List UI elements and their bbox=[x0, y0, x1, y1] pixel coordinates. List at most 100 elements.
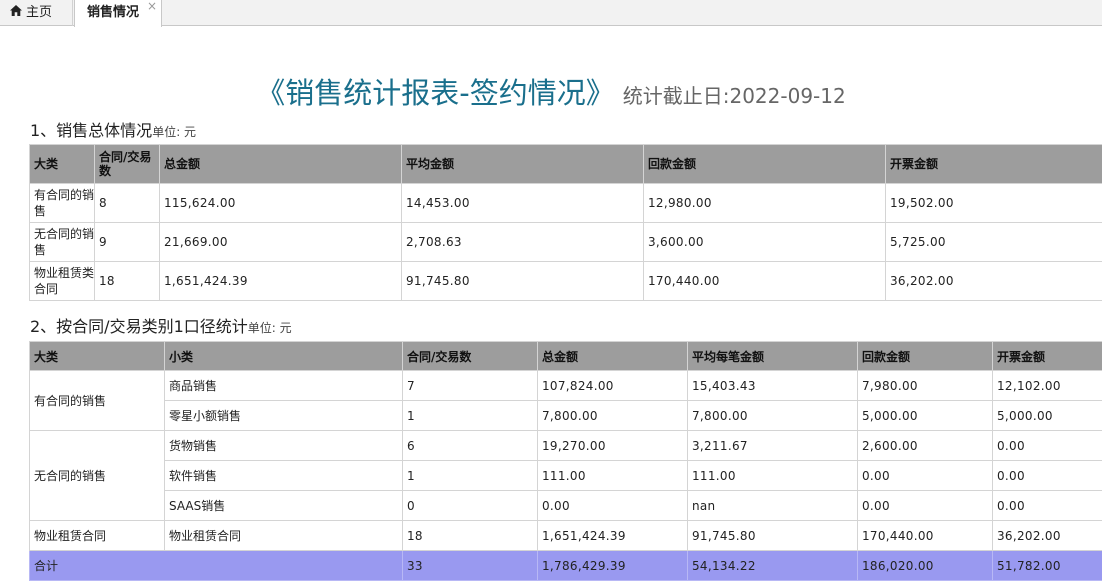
tab-sales-label: 销售情况 bbox=[87, 5, 140, 20]
table-row: SAAS销售 0 0.00 nan 0.00 0.00 bbox=[30, 490, 1102, 521]
table-cell: 5,000.00 bbox=[857, 400, 993, 431]
page-title: 《销售统计报表-签约情况》 bbox=[256, 76, 615, 110]
home-icon bbox=[10, 0, 22, 26]
table-cell: 170,440.00 bbox=[857, 520, 993, 551]
table-cell: 111.00 bbox=[687, 460, 858, 491]
table-cell: 1 bbox=[402, 400, 538, 431]
table-cell: 115,624.00 bbox=[159, 183, 402, 223]
table-cell: 12,102.00 bbox=[992, 370, 1102, 401]
total-cell: 186,020.00 bbox=[857, 550, 993, 581]
table-cell: 21,669.00 bbox=[159, 222, 402, 262]
column-header: 总金额 bbox=[159, 144, 402, 184]
section1-title: 1、销售总体情况 bbox=[30, 121, 153, 140]
table-cell: 18 bbox=[402, 520, 538, 551]
table-cell: 111.00 bbox=[537, 460, 688, 491]
table-row: 物业租赁合同 物业租赁合同 18 1,651,424.39 91,745.80 170,4… bbox=[29, 520, 1102, 551]
table-row: 无合同的销售 货物销售 6 19,270.00 3,211.67 2,600.00 0.00 bbox=[29, 430, 1102, 521]
table-cell: 3,211.67 bbox=[687, 430, 858, 461]
column-header: 小类 bbox=[164, 341, 403, 371]
column-header: 回款金额 bbox=[643, 144, 886, 184]
table-cell: 有合同的销售 bbox=[29, 183, 95, 223]
category-cell: 有合同的销售 bbox=[29, 370, 165, 431]
table-cell: 170,440.00 bbox=[643, 261, 886, 301]
total-cell: 54,134.22 bbox=[687, 550, 858, 581]
report-title: 《销售统计报表-签约情况》 统计截止日:2022-09-12 bbox=[0, 70, 1102, 114]
column-header: 平均每笔金额 bbox=[687, 341, 858, 371]
tab-bar: 主页 销售情况 × bbox=[0, 0, 1102, 27]
table-cell: SAAS销售 bbox=[164, 490, 403, 521]
tab-sales[interactable]: 销售情况 × bbox=[74, 0, 162, 27]
table-row: 无合同的销售 9 21,669.00 2,708.63 3,600.00 5,725.00 bbox=[29, 222, 1102, 262]
table-cell: 0.00 bbox=[857, 490, 993, 521]
table-cell: 107,824.00 bbox=[537, 370, 688, 401]
table-cell: 91,745.80 bbox=[401, 261, 644, 301]
total-label: 合计 bbox=[29, 550, 403, 581]
total-row: 合计 33 1,786,429.39 54,134.22 186,020.00 51,78… bbox=[29, 550, 1102, 581]
table-row: 有合同的销售 8 115,624.00 14,453.00 12,980.00 19,50… bbox=[29, 183, 1102, 223]
table-cell: 软件销售 bbox=[164, 460, 403, 491]
table-cell: 36,202.00 bbox=[992, 520, 1102, 551]
table-cell: 15,403.43 bbox=[687, 370, 858, 401]
table-row: 有合同的销售 商品销售 7 107,824.00 15,403.43 7,980.00 12… bbox=[29, 370, 1102, 431]
total-cell: 51,782.00 bbox=[992, 550, 1102, 581]
category-cell: 无合同的销售 bbox=[29, 430, 165, 521]
table-cell: 0.00 bbox=[857, 460, 993, 491]
section1-unit: 单位: 元 bbox=[152, 125, 197, 139]
table-cell: 7 bbox=[402, 370, 538, 401]
table-row: 软件销售 1 111.00 111.00 0.00 0.00 bbox=[30, 460, 1102, 491]
table-cell: 零星小额销售 bbox=[164, 400, 403, 431]
table-cell: 19,502.00 bbox=[885, 183, 1102, 223]
column-header: 开票金额 bbox=[885, 144, 1102, 184]
tab-home[interactable]: 主页 bbox=[0, 0, 73, 26]
table-cell: 5,725.00 bbox=[885, 222, 1102, 262]
table-cell: 6 bbox=[402, 430, 538, 461]
section2-heading: 2、按合同/交易类别1口径统计单位: 元 bbox=[30, 313, 292, 337]
total-cell: 1,786,429.39 bbox=[537, 550, 688, 581]
table-cell: 19,270.00 bbox=[537, 430, 688, 461]
column-header: 开票金额 bbox=[992, 341, 1102, 371]
table-cell: 5,000.00 bbox=[992, 400, 1102, 431]
table-cell: 商品销售 bbox=[164, 370, 403, 401]
table-cell: 7,800.00 bbox=[687, 400, 858, 431]
table-cell: 7,980.00 bbox=[857, 370, 993, 401]
table-cell: 货物销售 bbox=[164, 430, 403, 461]
table-cell: 14,453.00 bbox=[401, 183, 644, 223]
overall-sales-table: 大类 合同/交易数 总金额 平均金额 回款金额 开票金额 有合同的销售 8 115,624.0… bbox=[29, 144, 1102, 301]
column-header: 总金额 bbox=[537, 341, 688, 371]
table-cell: 0 bbox=[402, 490, 538, 521]
table-cell: 物业租赁类合同 bbox=[29, 261, 95, 301]
column-header: 合同/交易数 bbox=[94, 144, 160, 184]
table-cell: 物业租赁合同 bbox=[164, 520, 403, 551]
column-header: 平均金额 bbox=[401, 144, 644, 184]
table-cell: 3,600.00 bbox=[643, 222, 886, 262]
column-header: 大类 bbox=[29, 144, 95, 184]
section1-heading: 1、销售总体情况单位: 元 bbox=[30, 117, 196, 141]
table-cell: 7,800.00 bbox=[537, 400, 688, 431]
table-cell: 36,202.00 bbox=[885, 261, 1102, 301]
table-row: 零星小额销售 1 7,800.00 7,800.00 5,000.00 5,000.00 bbox=[30, 400, 1102, 431]
column-header: 回款金额 bbox=[857, 341, 993, 371]
table-cell: 18 bbox=[94, 261, 160, 301]
table-cell: 0.00 bbox=[992, 490, 1102, 521]
table-cell: 1,651,424.39 bbox=[159, 261, 402, 301]
table-header-row: 大类 合同/交易数 总金额 平均金额 回款金额 开票金额 bbox=[29, 144, 1102, 184]
close-icon[interactable]: × bbox=[147, 0, 157, 19]
table-cell: 12,980.00 bbox=[643, 183, 886, 223]
table-cell: nan bbox=[687, 490, 858, 521]
report-date: 统计截止日:2022-09-12 bbox=[622, 84, 846, 108]
table-cell: 9 bbox=[94, 222, 160, 262]
section2-title: 2、按合同/交易类别1口径统计 bbox=[30, 317, 248, 336]
table-cell: 无合同的销售 bbox=[29, 222, 95, 262]
table-row: 物业租赁类合同 18 1,651,424.39 91,745.80 170,440.00… bbox=[29, 261, 1102, 301]
table-cell: 0.00 bbox=[992, 430, 1102, 461]
category-sales-table: 大类 小类 合同/交易数 总金额 平均每笔金额 回款金额 开票金额 有合同的销售 商品销售 7 1… bbox=[29, 341, 1102, 581]
table-cell: 1 bbox=[402, 460, 538, 491]
table-cell: 2,708.63 bbox=[401, 222, 644, 262]
tab-home-label: 主页 bbox=[26, 5, 53, 20]
category-cell: 物业租赁合同 bbox=[29, 520, 165, 551]
table-cell: 1,651,424.39 bbox=[537, 520, 688, 551]
section2-unit: 单位: 元 bbox=[247, 321, 292, 335]
table-cell: 0.00 bbox=[537, 490, 688, 521]
table-cell: 91,745.80 bbox=[687, 520, 858, 551]
column-header: 大类 bbox=[29, 341, 165, 371]
